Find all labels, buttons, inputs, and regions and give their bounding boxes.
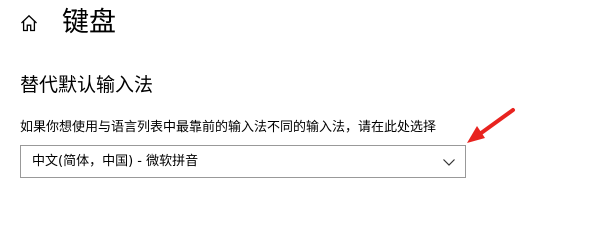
home-icon[interactable] <box>19 13 39 33</box>
input-method-dropdown[interactable]: 中文(简体，中国) - 微软拼音 <box>20 145 466 178</box>
dropdown-selected-value: 中文(简体，中国) - 微软拼音 <box>32 154 199 169</box>
page-title: 键盘 <box>62 7 116 38</box>
section-title: 替代默认输入法 <box>20 74 154 96</box>
section-description: 如果你想使用与语言列表中最靠前的输入法不同的输入法，请在此处选择 <box>20 120 437 135</box>
chevron-down-icon <box>443 159 455 166</box>
keyboard-settings-page: 键盘 替代默认输入法 如果你想使用与语言列表中最靠前的输入法不同的输入法，请在此… <box>0 0 600 209</box>
red-arrow-icon <box>467 108 515 143</box>
